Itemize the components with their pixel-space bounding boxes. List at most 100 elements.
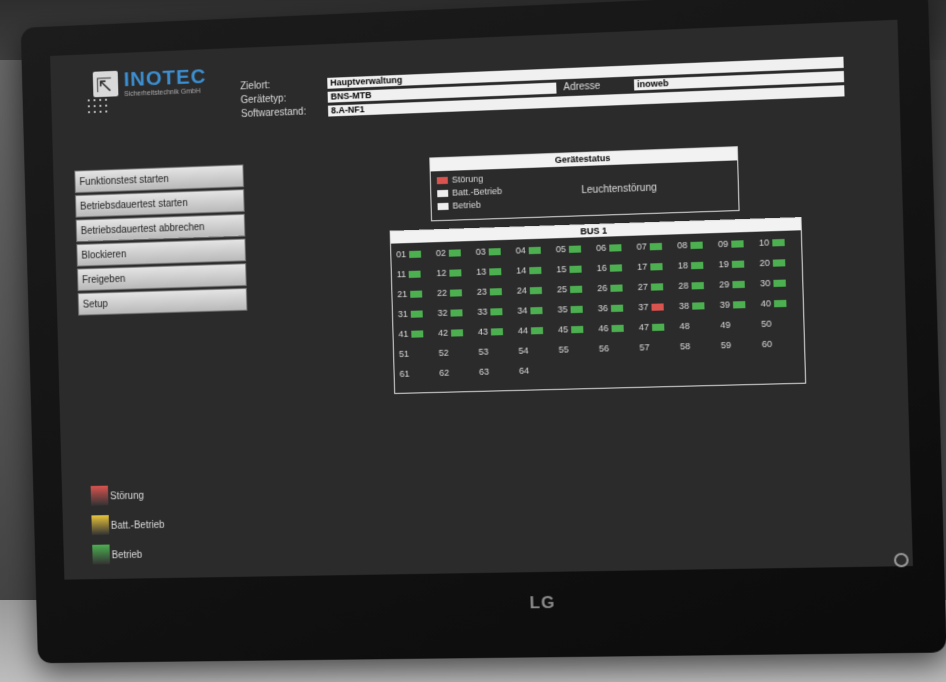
lamp-10[interactable]: 10 (759, 237, 785, 248)
lamp-26[interactable]: 26 (597, 282, 623, 293)
lamp-19[interactable]: 19 (718, 258, 745, 270)
lamp-25[interactable]: 25 (557, 284, 583, 294)
lamp-40[interactable]: 40 (761, 298, 787, 309)
freigeben-button[interactable]: Freigeben (76, 263, 247, 292)
lamp-27[interactable]: 27 (638, 281, 664, 292)
lamp-label: 43 (477, 326, 489, 337)
lamp-53[interactable]: 53 (478, 347, 488, 357)
lamp-14[interactable]: 14 (516, 265, 542, 276)
lamp-22[interactable]: 22 (437, 287, 463, 298)
lamp-60[interactable]: 60 (762, 339, 773, 349)
inotec-logo: ⇱ INOTEC Sicherheitstechnik GmbH (81, 64, 222, 119)
funktionstest-starten-button[interactable]: Funktionstest starten (74, 164, 245, 194)
power-icon[interactable] (893, 552, 909, 568)
lamp-61[interactable]: 61 (399, 369, 409, 379)
lamp-status-indicator (490, 308, 503, 316)
lamp-15[interactable]: 15 (556, 264, 582, 275)
lamp-54[interactable]: 54 (518, 345, 528, 355)
lamp-status-indicator (569, 265, 582, 274)
lamp-59[interactable]: 59 (721, 340, 732, 350)
lamp-status-indicator (530, 327, 544, 335)
lamp-37[interactable]: 37 (638, 301, 664, 312)
lamp-51[interactable]: 51 (399, 349, 409, 359)
lamp-48[interactable]: 48 (679, 321, 689, 331)
lamp-03[interactable]: 03 (476, 246, 501, 257)
status-stoerung-swatch (436, 176, 448, 185)
lamp-08[interactable]: 08 (677, 240, 703, 250)
lamp-label: 56 (598, 343, 610, 354)
lamp-label: 52 (438, 347, 449, 358)
lamp-06[interactable]: 06 (596, 242, 622, 253)
lamp-55[interactable]: 55 (559, 344, 569, 354)
lamp-12[interactable]: 12 (436, 267, 462, 278)
lamp-label: 57 (639, 342, 650, 353)
lamp-41[interactable]: 41 (398, 328, 424, 339)
monitor: ⇱ INOTEC Sicherheitstechnik GmbH Zielort… (20, 0, 946, 664)
lamp-label: 61 (399, 368, 410, 379)
lamp-35[interactable]: 35 (557, 304, 583, 315)
lamp-18[interactable]: 18 (678, 260, 704, 271)
lamp-38[interactable]: 38 (679, 300, 705, 311)
lamp-34[interactable]: 34 (517, 305, 543, 316)
lamp-24[interactable]: 24 (517, 285, 543, 296)
lamp-label: 20 (759, 257, 770, 269)
lamp-label: 38 (678, 300, 690, 312)
lamp-46[interactable]: 46 (598, 323, 624, 334)
lamp-status-indicator (529, 287, 543, 295)
lamp-57[interactable]: 57 (639, 342, 649, 352)
legend-betrieb-label: Betrieb (111, 549, 143, 562)
lamp-43[interactable]: 43 (477, 326, 504, 337)
legend-betrieb-swatch (92, 544, 111, 565)
lamp-label: 15 (556, 264, 567, 275)
legend-stoerung: Störung (90, 485, 144, 506)
lamp-31[interactable]: 31 (398, 308, 423, 319)
lamp-50[interactable]: 50 (761, 319, 772, 329)
lamp-42[interactable]: 42 (438, 327, 464, 338)
blockieren-button[interactable]: Blockieren (76, 238, 247, 267)
lamp-49[interactable]: 49 (720, 320, 731, 330)
lamp-label: 05 (555, 243, 567, 255)
lamp-33[interactable]: 33 (477, 306, 503, 317)
betriebsdauertest-abbrechen-button[interactable]: Betriebsdauertest abbrechen (75, 213, 246, 243)
lamp-56[interactable]: 56 (599, 343, 609, 353)
lamp-64[interactable]: 64 (519, 366, 529, 376)
lamp-13[interactable]: 13 (476, 266, 502, 277)
softwarestand-label: Softwarestand: (240, 106, 307, 120)
lamp-status-indicator (488, 248, 501, 256)
lamp-02[interactable]: 02 (436, 247, 461, 258)
lamp-21[interactable]: 21 (397, 289, 423, 299)
lamp-09[interactable]: 09 (718, 238, 744, 249)
lamp-32[interactable]: 32 (437, 307, 463, 318)
lamp-63[interactable]: 63 (479, 367, 489, 377)
lamp-23[interactable]: 23 (477, 286, 502, 297)
lamp-label: 07 (636, 241, 647, 252)
lamp-label: 58 (679, 341, 691, 352)
lamp-04[interactable]: 04 (516, 245, 541, 256)
lamp-29[interactable]: 29 (719, 279, 745, 290)
setup-button[interactable]: Setup (77, 287, 248, 316)
legend-batt-betrieb: Batt.-Betrieb (91, 515, 165, 536)
lamp-45[interactable]: 45 (558, 324, 584, 335)
lamp-17[interactable]: 17 (637, 261, 663, 272)
betriebsdauertest-starten-button[interactable]: Betriebsdauertest starten (74, 189, 245, 218)
lamp-47[interactable]: 47 (639, 322, 665, 332)
lamp-label: 19 (718, 258, 729, 270)
lamp-36[interactable]: 36 (598, 303, 624, 313)
lamp-11[interactable]: 11 (397, 269, 422, 279)
lamp-status-indicator (489, 268, 502, 276)
lamp-52[interactable]: 52 (439, 348, 449, 358)
lamp-status-indicator (650, 283, 664, 291)
lamp-39[interactable]: 39 (720, 299, 746, 310)
lamp-58[interactable]: 58 (680, 341, 690, 351)
lamp-07[interactable]: 07 (636, 241, 663, 252)
lamp-44[interactable]: 44 (518, 325, 544, 336)
lamp-05[interactable]: 05 (555, 243, 582, 255)
lamp-label: 63 (478, 366, 490, 377)
lamp-20[interactable]: 20 (759, 257, 786, 269)
lamp-16[interactable]: 16 (597, 262, 623, 273)
lamp-30[interactable]: 30 (760, 278, 786, 288)
lamp-28[interactable]: 28 (678, 280, 704, 291)
lamp-label: 27 (637, 281, 649, 293)
lamp-01[interactable]: 01 (396, 249, 422, 259)
lamp-62[interactable]: 62 (439, 368, 449, 378)
